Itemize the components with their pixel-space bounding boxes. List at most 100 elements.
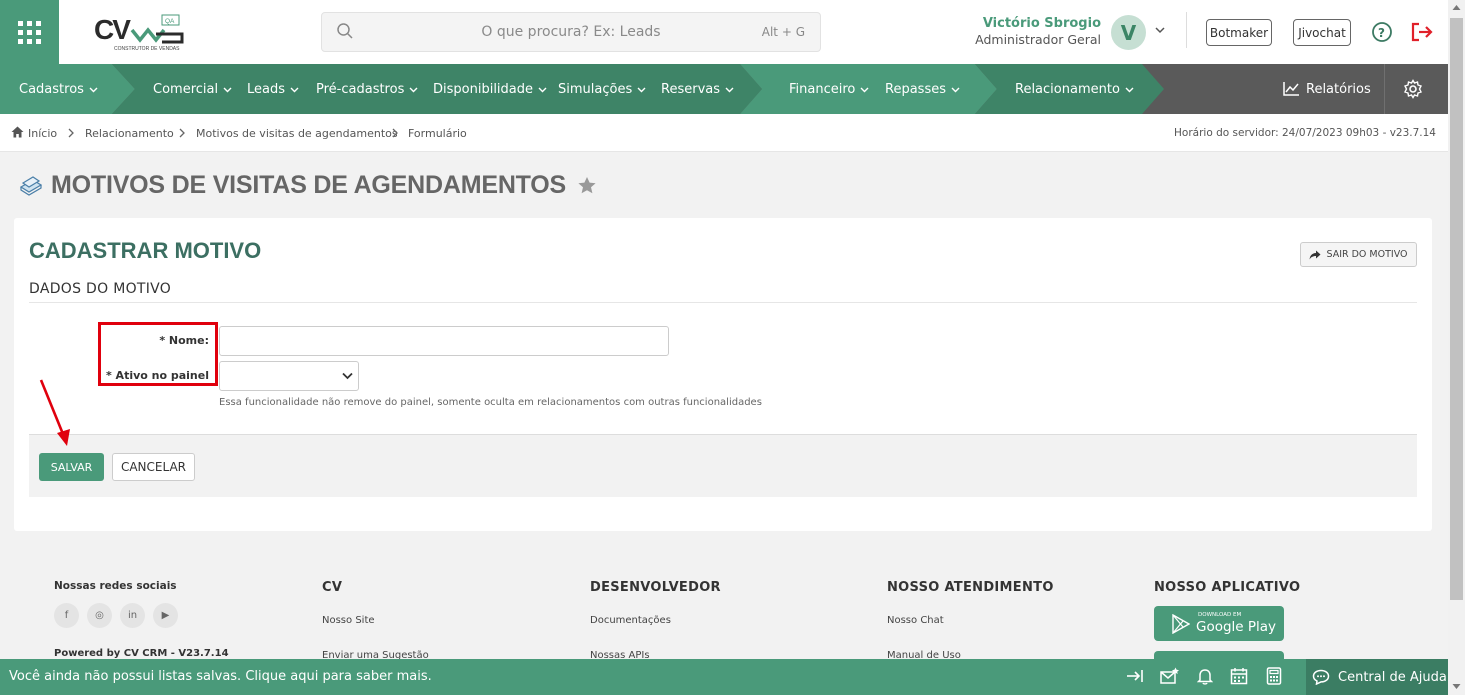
footer-dev-title: DESENVOLVEDOR <box>590 580 721 595</box>
help-icon[interactable]: ? <box>1371 21 1393 43</box>
bottom-bar: Você ainda não possui listas salvas. Cli… <box>0 659 1448 695</box>
chevron-down-icon[interactable] <box>1154 24 1166 36</box>
stack-icon <box>19 176 43 196</box>
saved-lists-message[interactable]: Você ainda não possui listas salvas. Cli… <box>9 669 432 684</box>
chevron-down-icon <box>860 87 869 92</box>
gear-icon[interactable] <box>1403 79 1423 99</box>
active-select[interactable] <box>219 361 359 391</box>
chevron-down-icon <box>951 87 960 92</box>
active-hint: Essa funcionalidade não remove do painel… <box>219 397 762 408</box>
collapse-icon[interactable] <box>1126 667 1144 685</box>
store-name-label: Google Play <box>1196 619 1277 635</box>
nav-label: Repasses <box>885 81 946 97</box>
nav-label: Reservas <box>661 81 720 97</box>
play-store-icon <box>1172 614 1190 634</box>
logo[interactable]: CV QA CONSTRUTOR DE VENDAS <box>92 12 187 54</box>
google-play-button[interactable]: DOWNLOAD EM Google Play <box>1154 606 1284 641</box>
powered-by: Powered by CV CRM - V23.7.14 <box>54 648 229 659</box>
mail-star-icon[interactable] <box>1160 667 1180 685</box>
exit-button[interactable]: SAIR DO MOTIVO <box>1300 242 1417 267</box>
save-button[interactable]: SALVAR <box>39 453 104 481</box>
help-center-button[interactable]: Central de Ajuda <box>1306 659 1448 695</box>
chevron-down-icon <box>290 87 299 92</box>
divider <box>1384 64 1385 114</box>
exit-button-label: SAIR DO MOTIVO <box>1326 249 1408 260</box>
user-name[interactable]: Victório Sbrogio <box>960 16 1101 31</box>
scroll-down-icon[interactable] <box>1452 683 1461 690</box>
footer-link-docs[interactable]: Documentações <box>590 615 671 626</box>
share-arrow-icon <box>1309 250 1321 259</box>
avatar[interactable]: V <box>1111 15 1146 50</box>
footer-social: Nossas redes sociais <box>54 580 177 592</box>
logo-subtitle: CONSTRUTOR DE VENDAS <box>114 46 180 52</box>
logout-icon[interactable] <box>1410 21 1434 43</box>
bell-icon[interactable] <box>1197 667 1213 685</box>
footer-cv: CV <box>322 580 342 595</box>
footer-app-title: NOSSO APLICATIVO <box>1154 580 1301 595</box>
section-title: DADOS DO MOTIVO <box>29 281 172 297</box>
chevron-right-icon <box>179 128 185 138</box>
name-field[interactable] <box>219 326 669 356</box>
chevron-down-icon <box>89 87 98 92</box>
nav-comercial[interactable]: Comercial <box>153 64 232 114</box>
server-time: Horário do servidor: 24/07/2023 09h03 - … <box>1174 127 1436 139</box>
nav-repasses[interactable]: Repasses <box>885 64 960 114</box>
footer-support-title: NOSSO ATENDIMENTO <box>887 580 1054 595</box>
nav-leads[interactable]: Leads <box>247 64 299 114</box>
nav-disponibilidade[interactable]: Disponibilidade <box>433 64 547 114</box>
footer-link-site[interactable]: Nosso Site <box>322 615 375 626</box>
nav-relacionamento[interactable]: Relacionamento <box>1015 64 1134 114</box>
search-input[interactable]: O que procura? Ex: Leads Alt + G <box>321 12 821 52</box>
chevron-right-icon <box>392 128 398 138</box>
scroll-up-icon[interactable] <box>1452 4 1461 11</box>
nav-reservas[interactable]: Reservas <box>661 64 734 114</box>
user-role: Administrador Geral <box>975 32 1101 47</box>
nav-label: Pré-cadastros <box>316 81 405 97</box>
svg-text:?: ? <box>1378 26 1385 40</box>
form-card: CADASTRAR MOTIVO SAIR DO MOTIVO DADOS DO… <box>14 218 1432 531</box>
instagram-icon[interactable]: ◎ <box>87 603 112 628</box>
nav-label: Simulações <box>558 81 633 97</box>
calculator-icon[interactable] <box>1266 667 1282 685</box>
star-icon[interactable] <box>577 176 597 195</box>
nav-label: Relatórios <box>1306 81 1371 97</box>
help-center-label: Central de Ajuda <box>1338 669 1447 685</box>
chevron-right-icon <box>68 128 74 138</box>
nav-label: Cadastros <box>19 81 84 97</box>
linkedin-icon[interactable]: in <box>120 603 145 628</box>
social-title: Nossas redes sociais <box>54 580 177 592</box>
main-nav: Cadastros Comercial Leads Pré-cadastros … <box>0 64 1448 114</box>
chevron-down-icon <box>725 87 734 92</box>
apps-menu-button[interactable] <box>0 0 59 64</box>
annotation-arrow <box>39 379 70 446</box>
form-actions: SALVAR CANCELAR <box>29 434 1417 497</box>
facebook-icon[interactable]: f <box>54 603 79 628</box>
nav-relatorios[interactable]: Relatórios <box>1282 64 1371 114</box>
nav-pre-cadastros[interactable]: Pré-cadastros <box>316 64 418 114</box>
chevron-down-icon <box>223 87 232 92</box>
nav-financeiro[interactable]: Financeiro <box>789 64 869 114</box>
footer-app: NOSSO APLICATIVO <box>1154 580 1300 595</box>
form-title: CADASTRAR MOTIVO <box>29 238 262 263</box>
page-title: MOTIVOS DE VISITAS DE AGENDAMENTOS <box>51 171 567 199</box>
footer-link-chat[interactable]: Nosso Chat <box>887 615 944 626</box>
botmaker-button[interactable]: Botmaker <box>1206 19 1272 46</box>
chevron-down-icon <box>637 87 646 92</box>
nav-simulacoes[interactable]: Simulações <box>558 64 646 114</box>
calendar-icon[interactable] <box>1230 667 1248 685</box>
chat-bubble-icon <box>1312 669 1330 685</box>
nav-cadastros[interactable]: Cadastros <box>19 64 98 114</box>
breadcrumb-home[interactable]: Início <box>28 127 57 140</box>
home-icon[interactable] <box>11 126 24 138</box>
youtube-icon[interactable]: ▶ <box>153 603 178 628</box>
breadcrumb-motivos[interactable]: Motivos de visitas de agendamentos <box>196 127 398 140</box>
scroll-thumb[interactable] <box>1450 18 1463 600</box>
grid-icon <box>18 20 41 44</box>
divider <box>29 302 1417 303</box>
cancel-button[interactable]: CANCELAR <box>112 453 195 481</box>
breadcrumb-relacionamento[interactable]: Relacionamento <box>85 127 174 140</box>
chevron-down-icon <box>1125 87 1134 92</box>
scrollbar[interactable] <box>1448 0 1465 695</box>
nav-label: Disponibilidade <box>433 81 534 97</box>
jivochat-button[interactable]: Jivochat <box>1293 19 1351 46</box>
